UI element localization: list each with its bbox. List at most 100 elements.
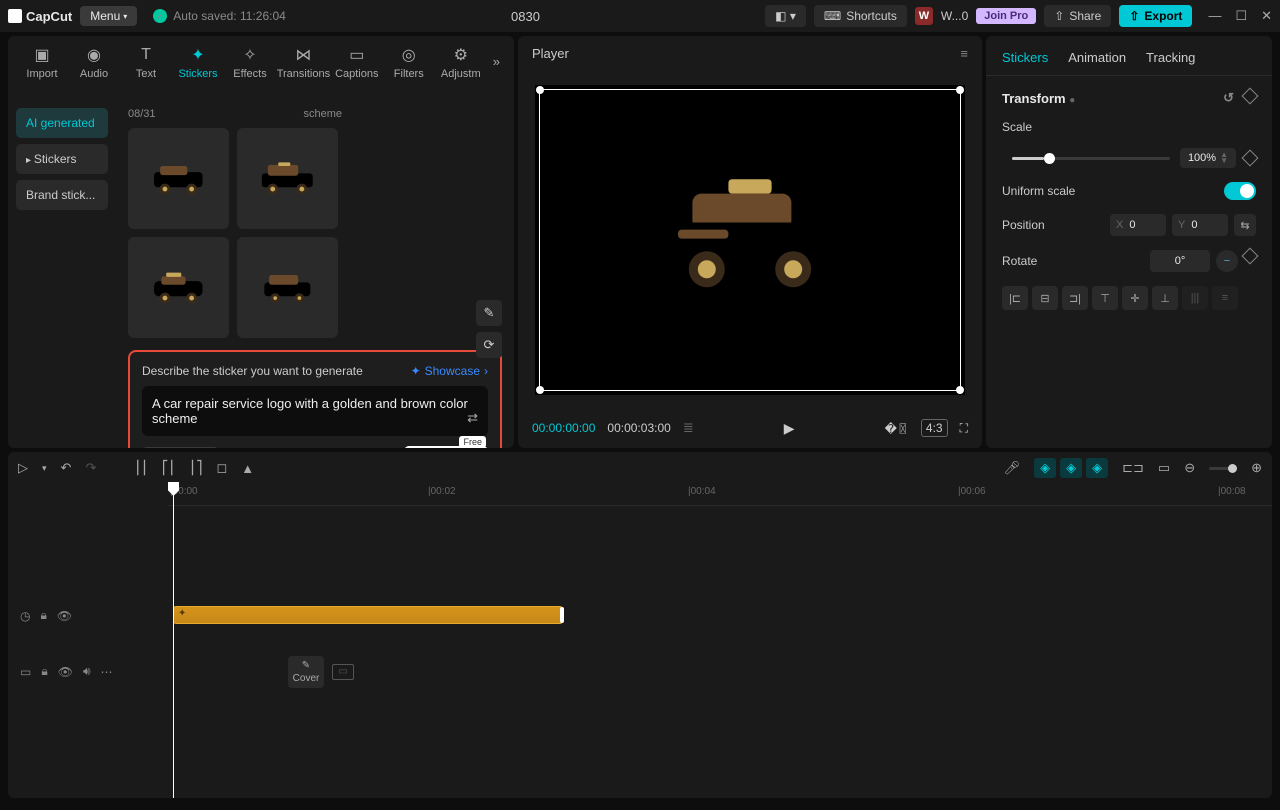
align-left[interactable]: |⊏ <box>1002 286 1028 310</box>
cut-icon[interactable]: ⊏⊐ <box>1122 460 1144 476</box>
tab-inspector-animation[interactable]: Animation <box>1068 50 1126 65</box>
track-more-icon[interactable]: ⋯ <box>101 665 113 679</box>
canvas-sticker[interactable] <box>660 175 840 292</box>
side-tab-brand[interactable]: Brand stick... <box>16 180 108 210</box>
sticker-item-3[interactable] <box>128 237 229 338</box>
handle-bl[interactable] <box>536 386 544 394</box>
keyframe-icon[interactable] <box>1242 88 1259 105</box>
minimize-button[interactable]: — <box>1208 8 1221 24</box>
showcase-link[interactable]: ✦ Showcase › <box>411 364 488 378</box>
align-top[interactable]: ⊤ <box>1092 286 1118 310</box>
close-button[interactable]: ✕ <box>1261 8 1272 24</box>
user-avatar[interactable]: W <box>915 7 933 25</box>
trim-right-tool[interactable]: ⎮⎤ <box>189 460 202 476</box>
tab-adjustment[interactable]: ⚙Adjustm <box>437 42 485 84</box>
maximize-button[interactable]: ☐ <box>1235 8 1247 24</box>
aspect-button[interactable]: ◧ ▾ <box>765 5 806 27</box>
align-hcenter[interactable]: ⊟ <box>1032 286 1058 310</box>
player-menu-icon[interactable]: ≡ <box>960 46 968 61</box>
align-vcenter[interactable]: ✛ <box>1122 286 1148 310</box>
adjust-button[interactable]: ⚙ Adjust <box>142 447 219 449</box>
side-tab-ai[interactable]: AI generated <box>16 108 108 138</box>
track-time-icon[interactable]: ◷ <box>20 609 30 623</box>
menu-button[interactable]: Menu▾ <box>80 6 137 26</box>
scan-icon[interactable]: �〿 <box>885 420 909 437</box>
align-right[interactable]: ⊐| <box>1062 286 1088 310</box>
flip-icon[interactable]: − <box>1216 250 1238 272</box>
refresh-sticker-button[interactable]: ⟳ <box>476 332 502 358</box>
undo-button[interactable]: ↶ <box>61 460 72 476</box>
edit-sticker-button[interactable]: ✎ <box>476 300 502 326</box>
track-lock-icon[interactable]: 🔒︎ <box>41 664 47 679</box>
ratio-badge[interactable]: 4:3 <box>921 419 948 437</box>
rotate-keyframe[interactable] <box>1242 248 1259 265</box>
shuffle-icon[interactable]: ⇄ <box>467 410 478 426</box>
zoom-in[interactable]: ⊕ <box>1251 460 1262 476</box>
clip-handle[interactable] <box>560 607 564 623</box>
video-placeholder[interactable]: ▭ <box>332 664 354 680</box>
pointer-tool[interactable]: ▷ <box>18 460 28 476</box>
track-audio-icon[interactable]: 🔊︎ <box>83 664 91 679</box>
fullscreen-icon[interactable]: ⛶ <box>960 421 968 436</box>
snap-2[interactable]: ◈ <box>1060 458 1082 478</box>
redo-button[interactable]: ↷ <box>85 460 96 476</box>
align-bottom[interactable]: ⊥ <box>1152 286 1178 310</box>
sticker-item-1[interactable] <box>128 128 229 229</box>
scale-keyframe[interactable] <box>1242 150 1259 167</box>
mic-icon[interactable]: 🎤︎ <box>1004 460 1021 476</box>
player-viewport[interactable] <box>518 71 982 408</box>
link-xy-icon[interactable]: ⇆ <box>1234 214 1256 236</box>
distribute-h[interactable]: ||| <box>1182 286 1208 310</box>
handle-tr[interactable] <box>956 86 964 94</box>
export-button[interactable]: ⇧ Export <box>1119 5 1192 27</box>
split-tool[interactable]: ⎮⎮ <box>134 460 148 476</box>
zoom-out[interactable]: ⊖ <box>1184 460 1195 476</box>
list-icon[interactable]: ≣ <box>683 420 694 436</box>
canvas[interactable] <box>535 85 965 395</box>
tab-text[interactable]: TText <box>122 42 170 84</box>
tab-transitions[interactable]: ⋈Transitions <box>278 42 329 84</box>
position-y[interactable]: Y0 <box>1172 214 1228 236</box>
side-tab-stickers[interactable]: Stickers <box>16 144 108 174</box>
uniform-toggle[interactable] <box>1224 182 1256 200</box>
scale-slider[interactable] <box>1012 157 1170 160</box>
join-pro-button[interactable]: Join Pro <box>976 8 1036 24</box>
reset-icon[interactable]: ↺ <box>1223 90 1234 106</box>
ruler[interactable]: |00:00 |00:02 |00:04 |00:06 |00:08 <box>168 484 1272 506</box>
snap-3[interactable]: ◈ <box>1086 458 1108 478</box>
position-x[interactable]: X0 <box>1110 214 1166 236</box>
rotate-value[interactable]: 0° <box>1150 250 1210 272</box>
zoom-slider[interactable] <box>1209 467 1237 470</box>
tab-stickers[interactable]: ✦Stickers <box>174 42 222 84</box>
tabs-more[interactable]: » <box>489 42 504 81</box>
handle-tl[interactable] <box>536 86 544 94</box>
trim-left-tool[interactable]: ⎡⎮ <box>162 460 175 476</box>
sticker-item-4[interactable] <box>237 237 338 338</box>
tab-filters[interactable]: ◎Filters <box>385 42 433 84</box>
tab-inspector-tracking[interactable]: Tracking <box>1146 50 1195 65</box>
track-video-icon[interactable]: ▭ <box>20 665 31 679</box>
crop-tool[interactable]: ◻ <box>216 460 227 476</box>
tab-import[interactable]: ▣Import <box>18 42 66 84</box>
cover-button[interactable]: ✎ Cover <box>288 656 324 688</box>
prompt-input[interactable]: A car repair service logo with a golden … <box>142 386 488 436</box>
track-visible-icon[interactable]: 👁︎ <box>58 665 73 679</box>
mirror-tool[interactable]: ▲ <box>241 461 254 476</box>
tab-effects[interactable]: ✧Effects <box>226 42 274 84</box>
tab-audio[interactable]: ◉Audio <box>70 42 118 84</box>
play-button[interactable]: ▶ <box>784 420 795 437</box>
shortcuts-button[interactable]: ⌨ Shortcuts <box>814 5 907 27</box>
pointer-dropdown[interactable]: ▾ <box>42 463 47 474</box>
sticker-item-2[interactable] <box>237 128 338 229</box>
track-visible-icon[interactable]: 👁︎ <box>57 609 72 623</box>
distribute-v[interactable]: ≡ <box>1212 286 1238 310</box>
scale-value[interactable]: 100%▲▼ <box>1180 148 1236 168</box>
playhead[interactable] <box>173 484 174 798</box>
timeline-clip[interactable]: ✦ <box>173 606 563 624</box>
handle-br[interactable] <box>956 386 964 394</box>
snap-1[interactable]: ◈ <box>1034 458 1056 478</box>
preview-icon[interactable]: ▭ <box>1158 460 1170 476</box>
share-button[interactable]: ⇧ Share <box>1044 5 1111 27</box>
tab-captions[interactable]: ▭Captions <box>333 42 381 84</box>
track-lock-icon[interactable]: 🔒︎ <box>40 608 46 623</box>
